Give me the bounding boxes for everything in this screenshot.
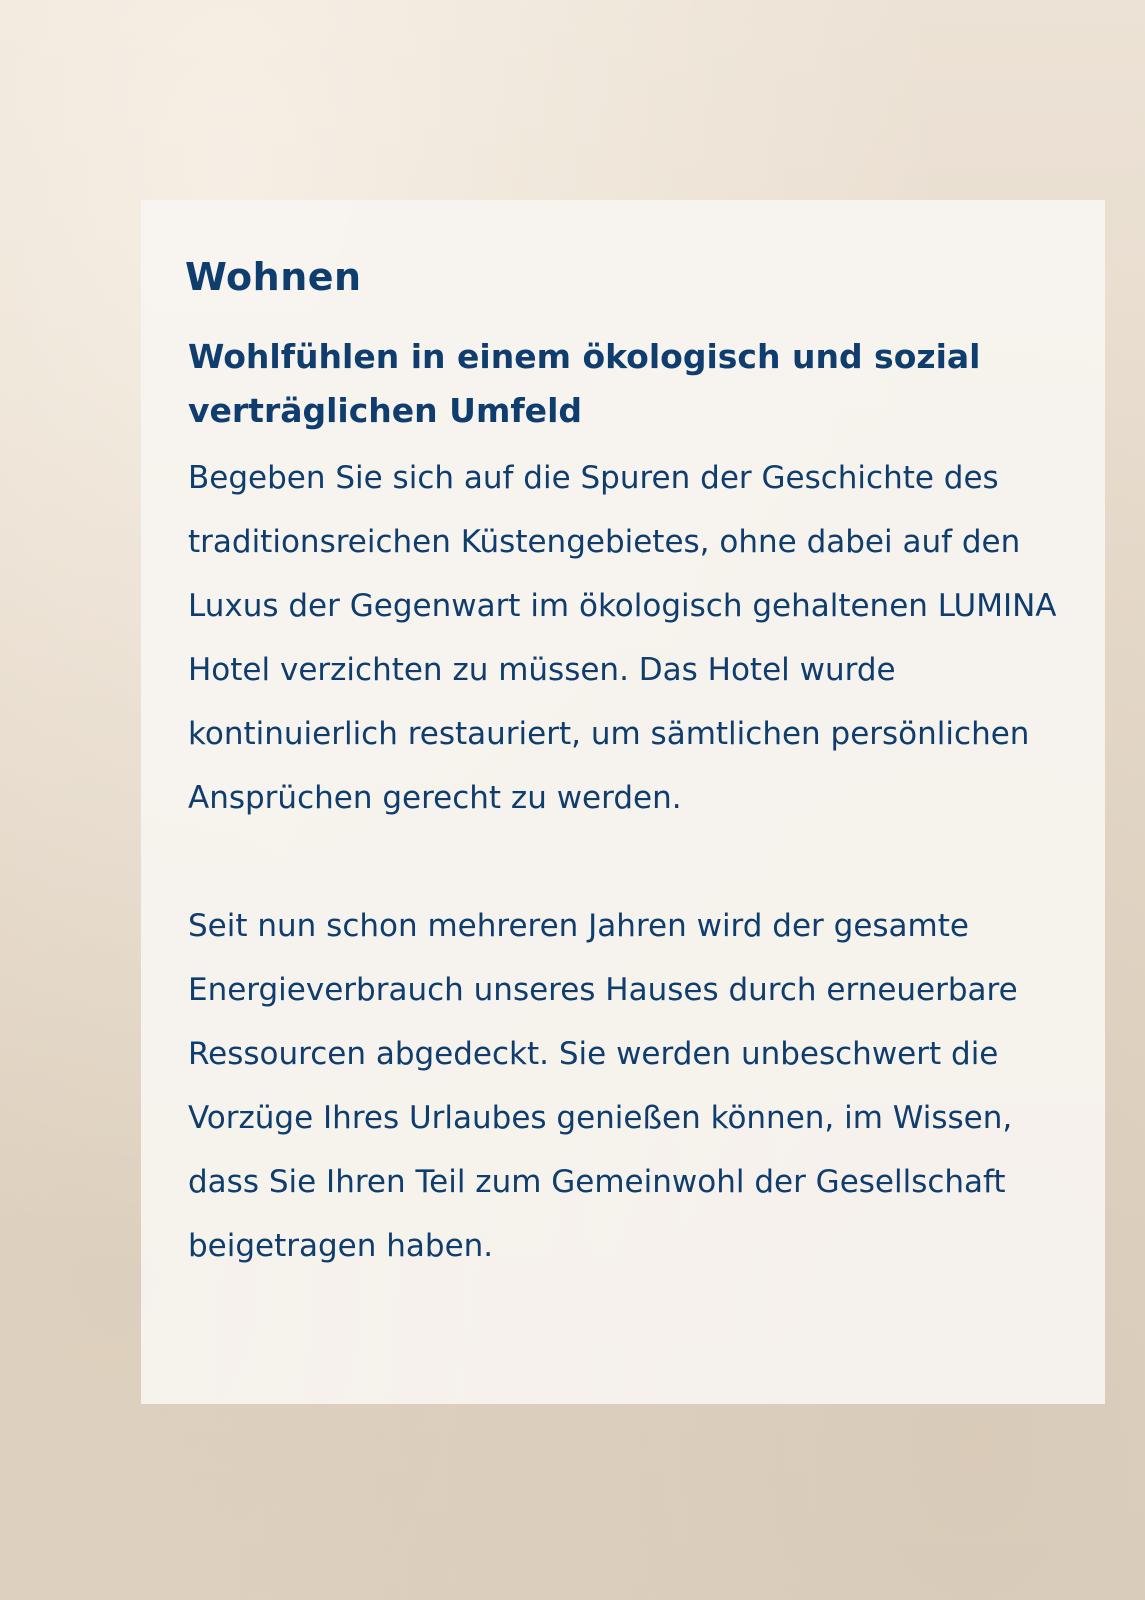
body-text: Begeben Sie sich auf die Spuren der Gesc… <box>188 446 1075 1278</box>
content-panel: Wohnen Wohlfühlen in einem ökologisch un… <box>141 200 1105 1404</box>
paragraph-history: Begeben Sie sich auf die Spuren der Gesc… <box>188 460 1057 816</box>
paragraph-energy: Seit nun schon mehreren Jahren wird der … <box>188 908 1018 1264</box>
section-subtitle: Wohlfühlen in einem ökologisch und sozia… <box>188 337 981 430</box>
page-title: Wohnen <box>185 255 362 299</box>
